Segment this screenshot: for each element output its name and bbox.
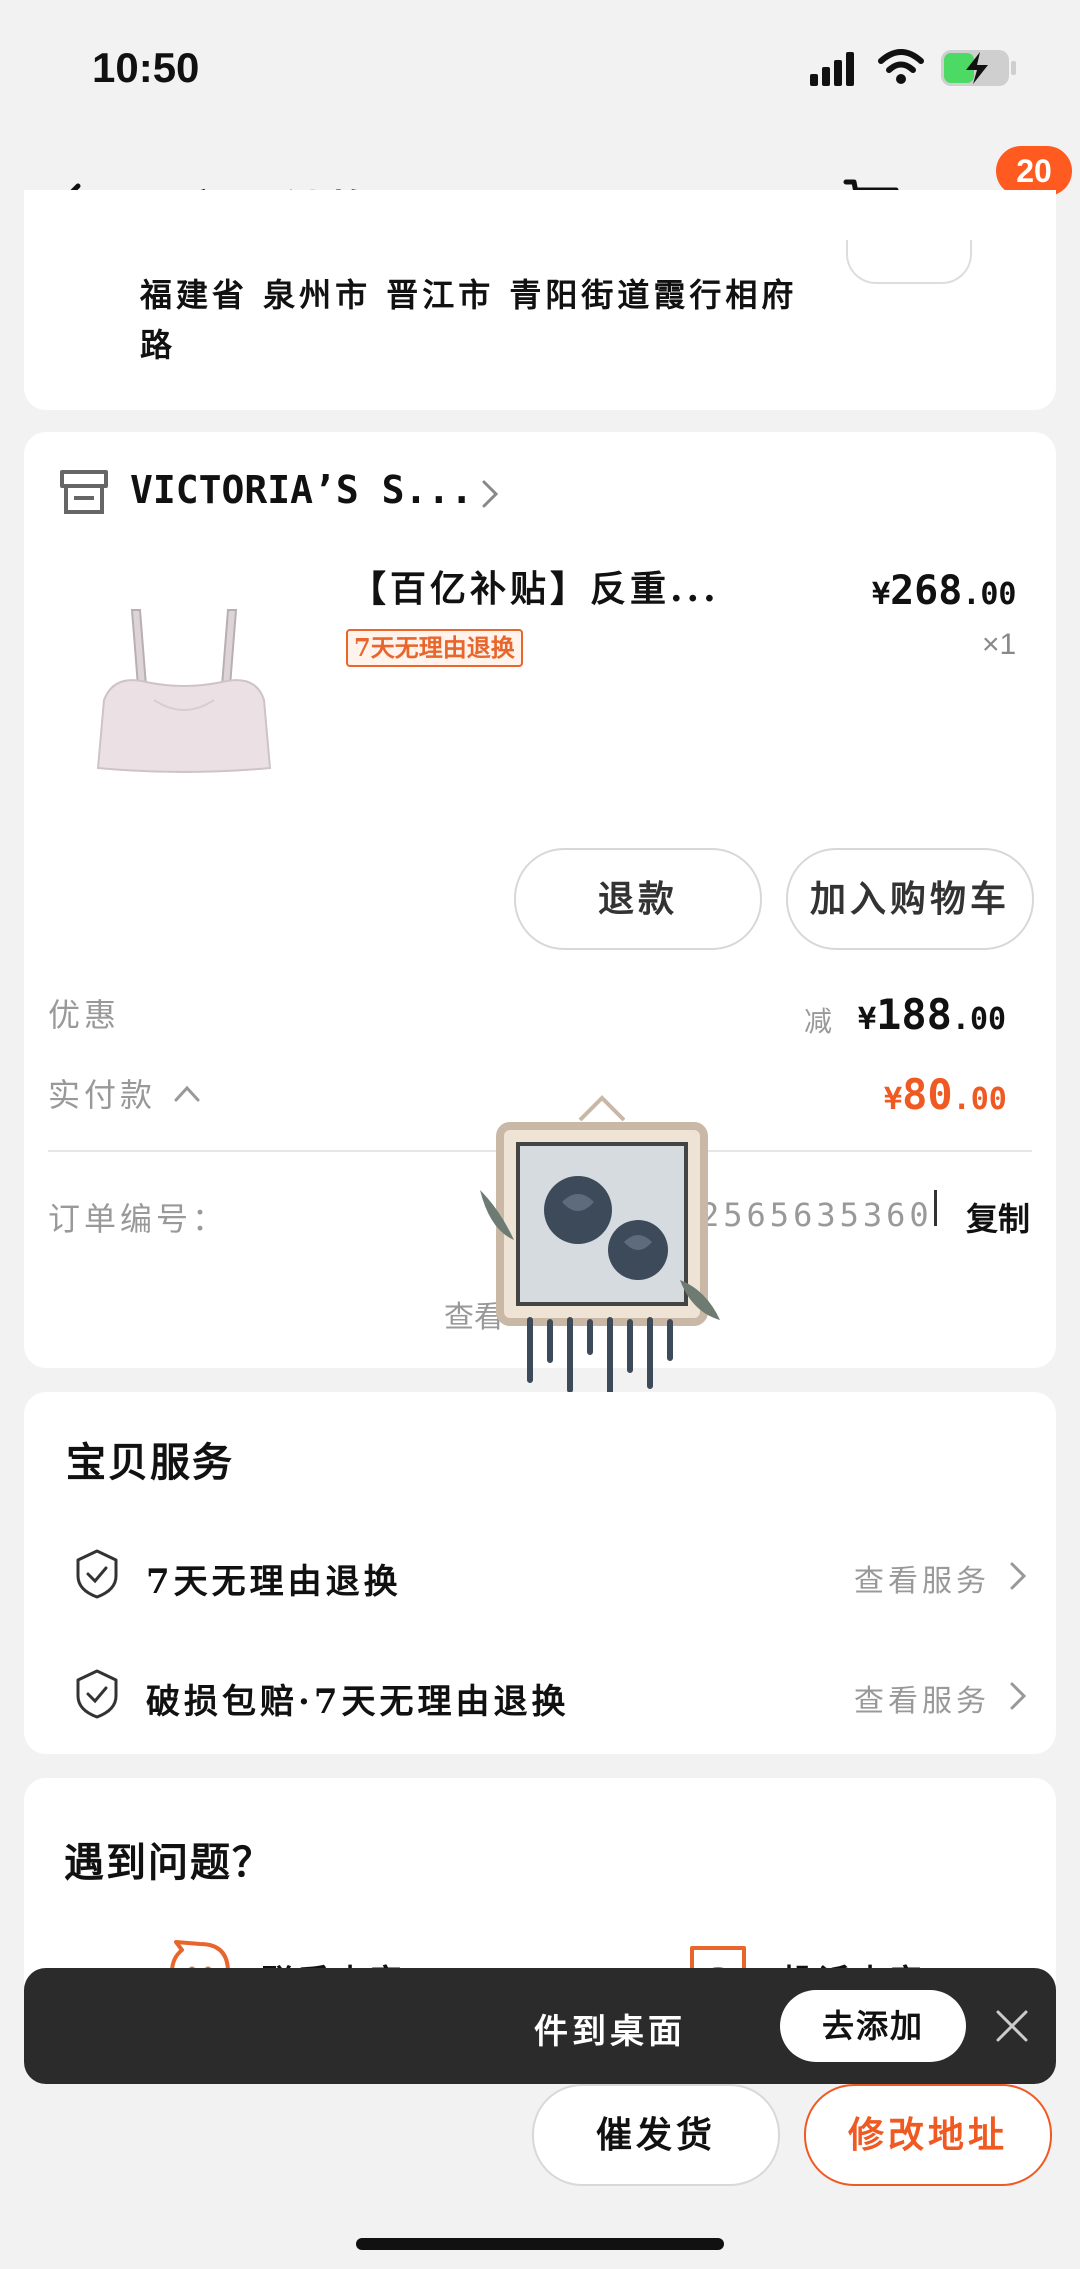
discount-label: 优惠 <box>48 996 121 1034</box>
discount-prefix: 减 <box>804 1005 833 1038</box>
message-badge: 20 <box>996 146 1072 196</box>
product-quantity: ×1 <box>982 628 1017 661</box>
product-title[interactable]: 【百亿补贴】反重... <box>350 560 720 612</box>
paid-label[interactable]: 实付款 <box>48 1070 156 1116</box>
remind-ship-button[interactable]: 催发货 <box>532 2084 780 2186</box>
shield-check-icon <box>76 1669 118 1719</box>
paid-decimal: .00 <box>952 1082 1007 1117</box>
service-item-label: 破损包赔·7天无理由退换 <box>146 1682 570 1722</box>
service-item-label: 7天无理由退换 <box>146 1562 402 1602</box>
rose-frame-sticker <box>480 1095 720 1403</box>
store-name[interactable]: VICTORIA’S S... <box>130 468 473 512</box>
shield-check-icon <box>76 1549 118 1599</box>
home-indicator <box>356 2238 724 2250</box>
discount-decimal: .00 <box>951 1002 1007 1037</box>
chevron-right-icon[interactable] <box>1008 1560 1028 1592</box>
services-title: 宝贝服务 <box>66 1439 234 1486</box>
help-title: 遇到问题？ <box>64 1839 274 1886</box>
chevron-right-icon[interactable] <box>1008 1680 1028 1712</box>
order-number-value: 2565635360 <box>700 1196 933 1234</box>
chevron-up-icon[interactable] <box>172 1082 202 1104</box>
separator <box>934 1190 937 1226</box>
discount-amount: ¥188.00 <box>858 990 1006 1039</box>
store-chevron-right-icon[interactable] <box>478 476 502 512</box>
view-service-link[interactable]: 查看服务 <box>854 1556 990 1600</box>
paid-symbol: ¥ <box>884 1082 903 1117</box>
shipping-address: 福建省 泉州市 晋江市 青阳街道霞行相府路 <box>140 276 798 364</box>
add-to-cart-button[interactable]: 加入购物车 <box>786 848 1034 950</box>
price-decimal: .00 <box>962 577 1017 612</box>
return-policy-tag: 7天无理由退换 <box>346 629 523 667</box>
toast-message: 件到桌面 <box>534 2012 686 2052</box>
toast-add-button[interactable]: 去添加 <box>780 1990 966 2062</box>
discount-symbol: ¥ <box>858 1002 877 1037</box>
refund-button[interactable]: 退款 <box>514 848 762 950</box>
battery-charging-icon <box>941 50 1016 86</box>
status-time: 10:50 <box>92 44 200 91</box>
copy-button[interactable]: 复制 <box>966 1194 1030 1240</box>
discount-integer: 188 <box>876 990 952 1039</box>
cellular-signal-icon <box>810 52 854 86</box>
product-price: ¥268.00 <box>872 568 1017 614</box>
close-icon[interactable] <box>994 2008 1030 2044</box>
product-image[interactable] <box>74 590 294 790</box>
price-integer: 268 <box>890 568 963 614</box>
address-edit-pill[interactable] <box>846 240 972 284</box>
modify-address-button[interactable]: 修改地址 <box>804 2084 1052 2186</box>
paid-integer: 80 <box>902 1070 953 1119</box>
wifi-icon <box>878 49 924 84</box>
price-symbol: ¥ <box>872 577 891 612</box>
order-number-label: 订单编号： <box>48 1200 229 1238</box>
view-service-link[interactable]: 查看服务 <box>854 1676 990 1720</box>
store-icon <box>60 470 108 514</box>
paid-amount: ¥80.00 <box>884 1070 1007 1119</box>
